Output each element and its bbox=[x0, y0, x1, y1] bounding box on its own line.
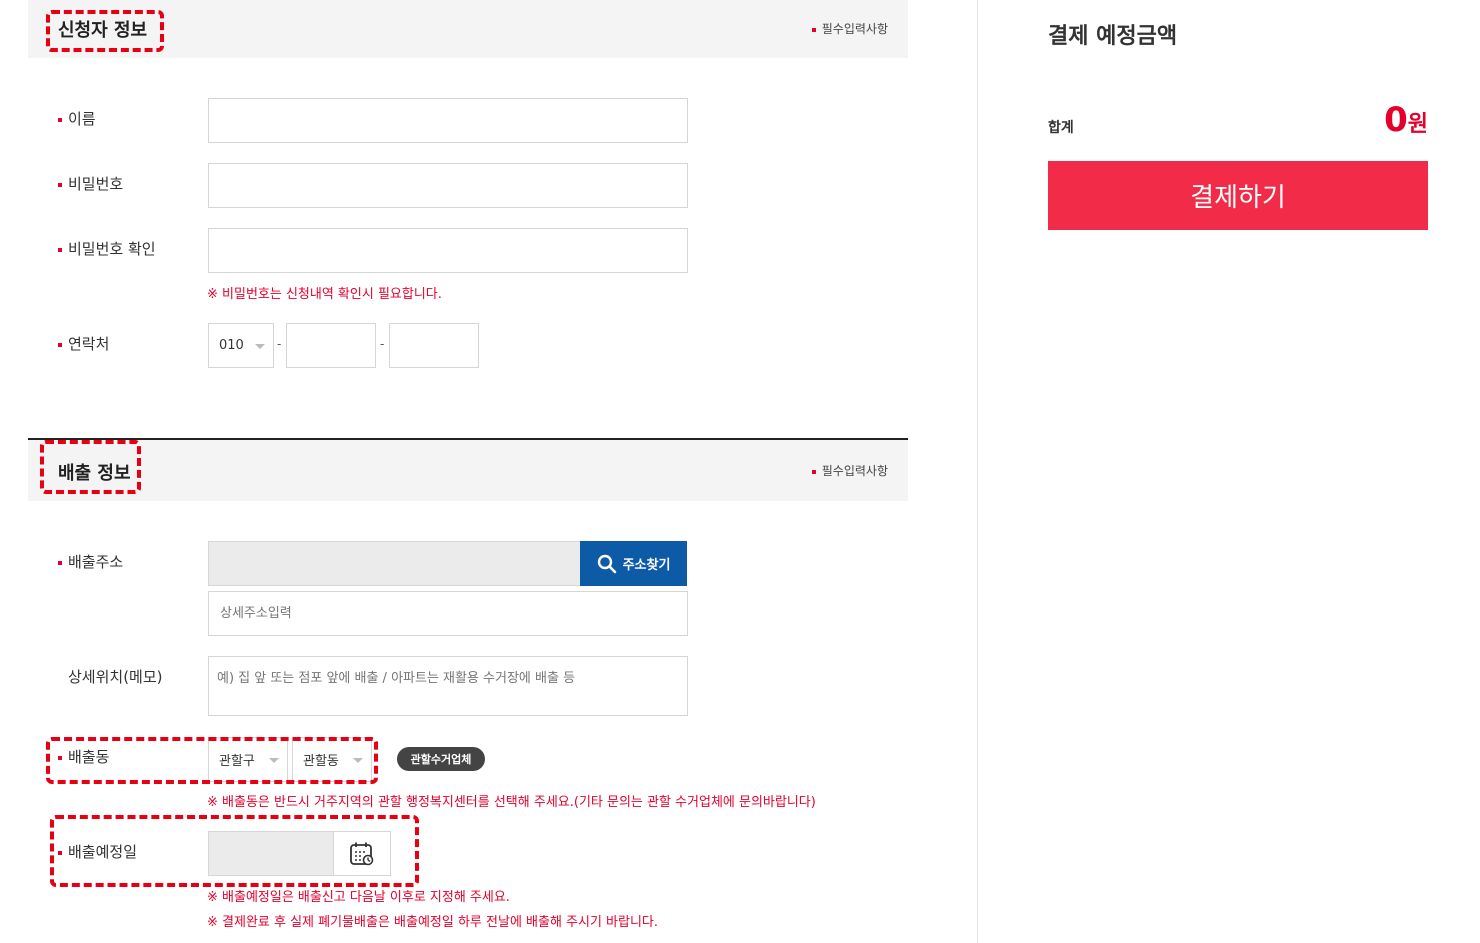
password-label: 비밀번호 bbox=[58, 173, 123, 194]
memo-label: 상세위치(메모) bbox=[68, 668, 163, 686]
name-input[interactable] bbox=[209, 99, 687, 142]
collector-button[interactable]: 관할수거업체 bbox=[397, 747, 485, 771]
sum-amount: 0원 bbox=[1384, 100, 1428, 140]
pay-button[interactable]: 결제하기 bbox=[1048, 161, 1428, 230]
password-confirm-input[interactable] bbox=[209, 229, 687, 272]
payment-title: 결제 예정금액 bbox=[1048, 24, 1178, 49]
search-icon bbox=[597, 554, 616, 573]
sum-amount-unit: 원 bbox=[1407, 112, 1428, 137]
address-field[interactable] bbox=[208, 541, 581, 586]
password-field[interactable] bbox=[208, 163, 688, 208]
district-note: ※ 배출동은 반드시 거주지역의 관할 행정복지센터를 선택해 주세요.(기타 … bbox=[207, 795, 816, 810]
phone-last-input[interactable] bbox=[390, 324, 478, 367]
memo-field[interactable] bbox=[208, 656, 688, 716]
phone-separator: - bbox=[277, 337, 282, 351]
chevron-down-icon bbox=[255, 343, 265, 349]
address-search-button[interactable]: 주소찾기 bbox=[580, 541, 687, 586]
phone-middle-field[interactable] bbox=[286, 323, 376, 368]
sum-amount-value: 0 bbox=[1384, 100, 1408, 140]
address-input[interactable] bbox=[209, 542, 580, 585]
name-field[interactable] bbox=[208, 98, 688, 143]
phone-prefix-select[interactable]: 010 bbox=[208, 323, 274, 368]
highlight-box-disposal-title bbox=[40, 440, 141, 494]
detail-address-field[interactable] bbox=[208, 591, 688, 636]
name-label: 이름 bbox=[58, 108, 96, 129]
highlight-box-applicant-title bbox=[46, 10, 164, 52]
password-confirm-field[interactable] bbox=[208, 228, 688, 273]
sum-label: 합계 bbox=[1048, 120, 1074, 136]
phone-separator: - bbox=[380, 337, 385, 351]
disposal-section-header: 배출 정보 필수입력사항 bbox=[28, 440, 908, 501]
date-note-1: ※ 배출예정일은 배출신고 다음날 이후로 지정해 주세요. bbox=[207, 890, 510, 905]
panel-divider bbox=[977, 0, 978, 943]
password-confirm-label: 비밀번호 확인 bbox=[58, 238, 156, 259]
password-note: ※ 비밀번호는 신청내역 확인시 필요합니다. bbox=[207, 287, 442, 302]
phone-last-field[interactable] bbox=[389, 323, 479, 368]
phone-middle-input[interactable] bbox=[287, 324, 375, 367]
highlight-box-date bbox=[50, 815, 419, 887]
contact-label: 연락처 bbox=[58, 333, 109, 354]
detail-address-input[interactable] bbox=[209, 592, 687, 635]
required-note: 필수입력사항 bbox=[812, 462, 888, 479]
highlight-box-district bbox=[46, 737, 378, 784]
memo-textarea[interactable] bbox=[209, 657, 687, 715]
required-note: 필수입력사항 bbox=[812, 20, 888, 37]
address-search-label: 주소찾기 bbox=[622, 558, 671, 573]
phone-prefix-value: 010 bbox=[219, 338, 244, 353]
address-label: 배출주소 bbox=[58, 551, 123, 572]
password-input[interactable] bbox=[209, 164, 687, 207]
date-note-2: ※ 결제완료 후 실제 폐기물배출은 배출예정일 하루 전날에 배출해 주시기 … bbox=[207, 915, 659, 930]
